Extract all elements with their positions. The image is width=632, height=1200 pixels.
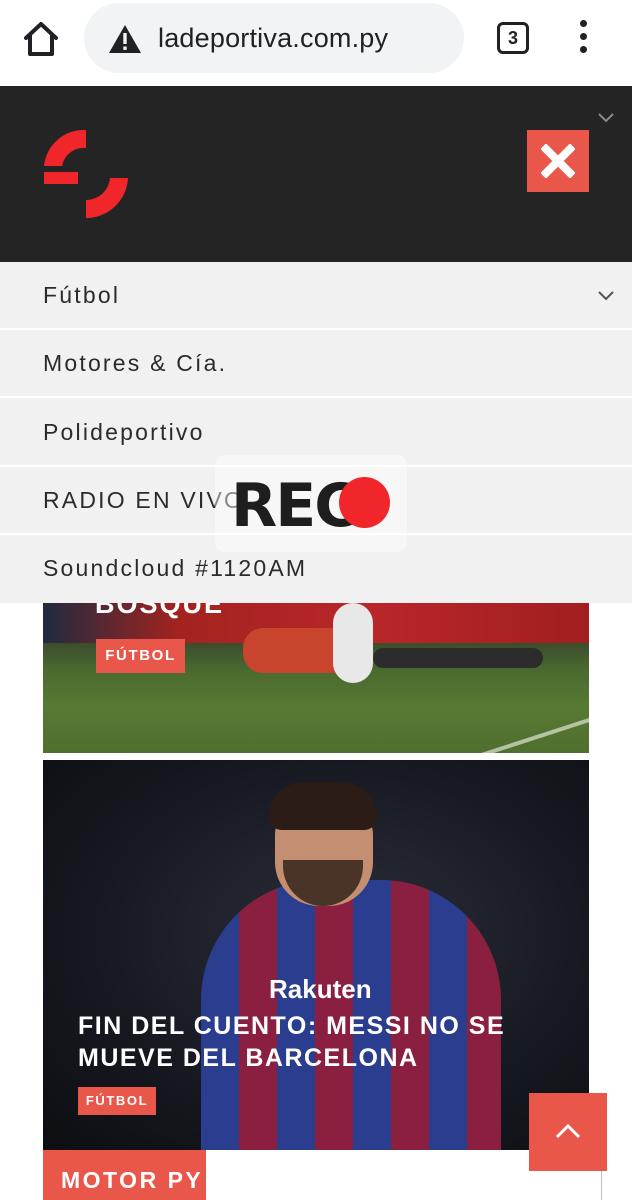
image-figure	[269, 782, 377, 830]
site-header	[0, 86, 632, 262]
category-badge[interactable]: FÚTBOL	[78, 1087, 156, 1115]
rec-label: REC	[231, 471, 358, 541]
url-text[interactable]: ladeportiva.com.py	[158, 23, 388, 54]
chevron-down-icon[interactable]	[598, 288, 614, 301]
close-menu-button[interactable]	[527, 130, 589, 192]
address-bar[interactable]: ladeportiva.com.py	[84, 3, 464, 73]
more-vert-icon[interactable]	[572, 20, 594, 56]
browser-toolbar: ladeportiva.com.py 3	[0, 0, 632, 86]
article-title[interactable]: BOSQUE	[95, 603, 224, 620]
article-title[interactable]: FIN DEL CUENTO: MESSI NO SE MUEVE DEL BA…	[78, 1010, 548, 1074]
menu-item-label: Fútbol	[43, 282, 121, 308]
image-sponsor-text: Rakuten	[269, 974, 372, 1004]
warning-icon[interactable]	[108, 24, 142, 54]
record-dot-icon	[339, 477, 390, 528]
home-icon[interactable]	[20, 18, 62, 60]
site-logo[interactable]	[40, 128, 132, 220]
article-card[interactable]: BOSQUE FÚTBOL	[43, 603, 589, 753]
category-badge[interactable]: FÚTBOL	[96, 639, 185, 673]
image-figure	[333, 603, 373, 683]
menu-item-label: RADIO EN VIVO	[43, 487, 245, 513]
menu-item-label: Polideportivo	[43, 419, 205, 445]
image-figure	[373, 648, 543, 668]
scroll-to-top-button[interactable]	[529, 1093, 607, 1171]
section-tab-label: MOTOR PY	[61, 1167, 204, 1193]
close-icon	[541, 144, 575, 178]
menu-item-motores[interactable]: Motores & Cía.	[0, 330, 632, 398]
section-tab-motor-py[interactable]: MOTOR PY	[43, 1150, 206, 1200]
pitch-line	[456, 705, 589, 753]
menu-item-label: Soundcloud #1120AM	[43, 555, 308, 581]
menu-item-label: Motores & Cía.	[43, 350, 228, 376]
chevron-down-icon[interactable]	[598, 110, 614, 123]
menu-item-futbol[interactable]: Fútbol	[0, 262, 632, 330]
tab-count-button[interactable]: 3	[497, 22, 529, 54]
article-card[interactable]: Rakuten FIN DEL CUENTO: MESSI NO SE MUEV…	[43, 760, 589, 1150]
recording-indicator: REC	[215, 455, 407, 552]
chevron-up-icon	[555, 1123, 581, 1139]
